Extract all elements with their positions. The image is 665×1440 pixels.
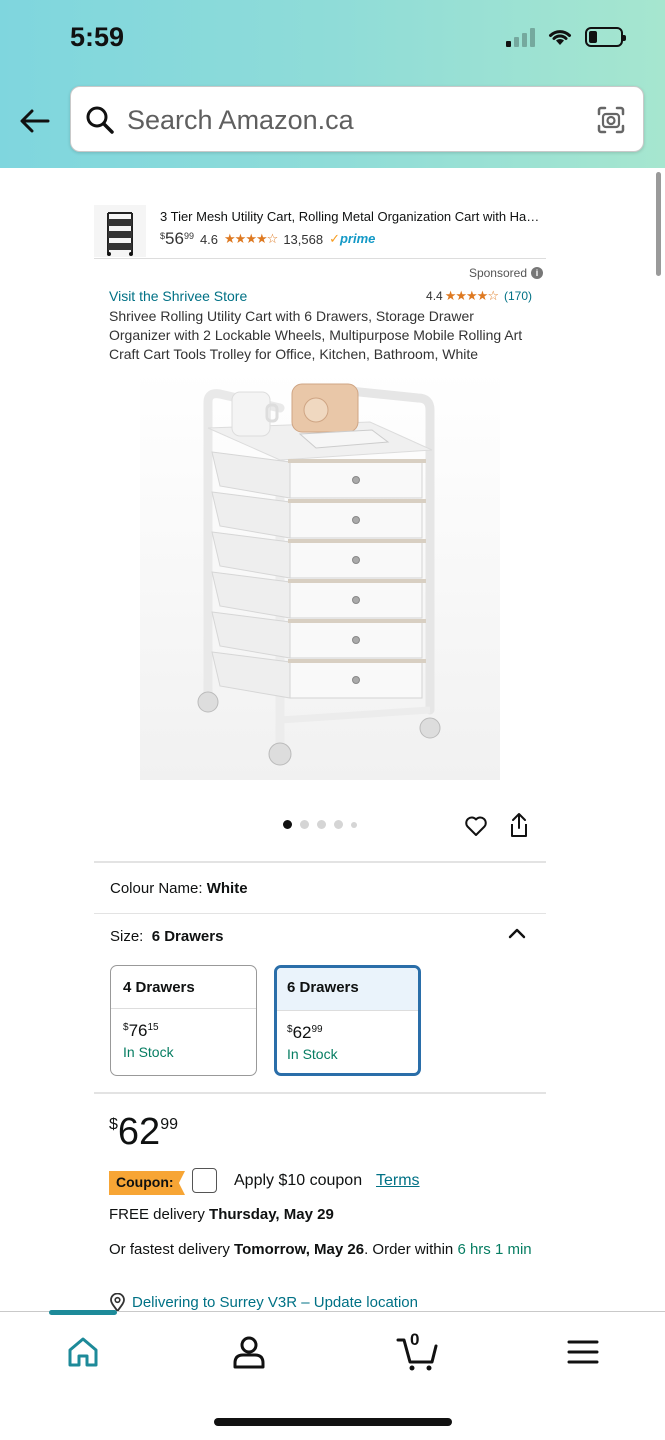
size-option-4-drawers[interactable]: 4 Drawers $7615 In Stock [110, 965, 257, 1076]
back-arrow-icon[interactable] [18, 104, 52, 138]
store-link[interactable]: Visit the Shrivee Store [109, 288, 247, 304]
sponsored-product-meta: $5699 4.6 ★★★★☆ 13,568 ✓prime [160, 229, 375, 249]
scrollbar[interactable] [656, 172, 661, 276]
carousel-dot[interactable] [283, 820, 292, 829]
cellular-signal-icon [506, 27, 535, 47]
star-rating-icon: ★★★★☆ [444, 288, 499, 303]
nav-active-indicator [49, 1310, 117, 1315]
size-option-stock: In Stock [123, 1044, 174, 1060]
delivery-countdown: 6 hrs 1 min [457, 1241, 532, 1258]
coupon-checkbox[interactable] [192, 1168, 217, 1193]
size-option-name: 4 Drawers [111, 966, 256, 1009]
size-option-price: $7615 [123, 1021, 159, 1040]
home-icon[interactable] [65, 1334, 101, 1370]
camera-lens-icon[interactable] [595, 104, 627, 136]
share-icon[interactable] [508, 812, 530, 838]
search-input[interactable] [127, 99, 577, 141]
search-icon [86, 106, 114, 134]
coupon-terms-link[interactable]: Terms [376, 1172, 420, 1190]
fastest-delivery-info: Or fastest delivery Tomorrow, May 26. Or… [109, 1241, 532, 1258]
search-bar[interactable] [70, 86, 644, 152]
image-carousel-dots[interactable] [283, 820, 357, 829]
star-rating-icon: ★★★★☆ [224, 231, 278, 246]
carousel-dot[interactable] [300, 820, 309, 829]
divider [94, 1092, 546, 1094]
carousel-dot[interactable] [334, 820, 343, 829]
sponsored-rating: 4.6 [199, 231, 219, 247]
bottom-navigation: 0 [0, 1310, 665, 1440]
info-icon[interactable]: i [531, 267, 543, 279]
product-title: Shrivee Rolling Utility Cart with 6 Draw… [109, 308, 523, 362]
prime-badge: ✓prime [329, 231, 376, 246]
home-indicator[interactable] [214, 1418, 452, 1426]
colour-selector: Colour Name: White [110, 880, 248, 897]
heart-icon[interactable] [464, 814, 488, 838]
battery-icon [585, 27, 626, 47]
divider [94, 913, 546, 914]
wifi-icon [549, 30, 571, 45]
sponsored-label[interactable]: Sponsored i [469, 266, 543, 280]
sponsored-product-price: $5699 [160, 229, 194, 248]
size-option-stock: In Stock [287, 1046, 338, 1062]
status-time: 5:59 [70, 22, 125, 52]
size-option-name: 6 Drawers [277, 968, 418, 1011]
size-selector[interactable]: Size: 6 Drawers [110, 928, 223, 945]
colour-value: White [206, 880, 248, 897]
product-image[interactable] [140, 370, 500, 780]
coupon-text[interactable]: Apply $10 coupon [234, 1172, 362, 1190]
size-option-6-drawers[interactable]: 6 Drawers $6299 In Stock [274, 965, 421, 1076]
sponsored-product-title[interactable]: 3 Tier Mesh Utility Cart, Rolling Metal … [160, 209, 544, 224]
delivery-location-link[interactable]: Delivering to Surrey V3R – Update locati… [109, 1293, 418, 1312]
product-rating[interactable]: 4.4 ★★★★☆ (170) [426, 288, 532, 304]
app-header: 5:59 [0, 0, 665, 168]
product-price: $62 99 [109, 1111, 178, 1153]
menu-icon[interactable] [565, 1334, 601, 1370]
divider [94, 861, 546, 863]
sponsored-product-card[interactable]: 3 Tier Mesh Utility Cart, Rolling Metal … [94, 203, 546, 259]
size-value: 6 Drawers [151, 928, 224, 945]
coupon-badge: Coupon: [109, 1171, 185, 1195]
chevron-up-icon[interactable] [508, 926, 526, 940]
sponsored-product-thumbnail [94, 205, 146, 257]
carousel-dot[interactable] [351, 821, 357, 828]
free-delivery-info: FREE delivery Thursday, May 29 [109, 1206, 334, 1223]
size-option-price: $6299 [287, 1023, 323, 1042]
sponsored-review-count: 13,568 [283, 231, 324, 247]
review-count-link[interactable]: (170) [504, 289, 532, 303]
cart-count: 0 [410, 1330, 420, 1349]
status-icons [506, 27, 626, 47]
carousel-dot[interactable] [317, 820, 326, 829]
account-icon[interactable] [231, 1334, 267, 1370]
